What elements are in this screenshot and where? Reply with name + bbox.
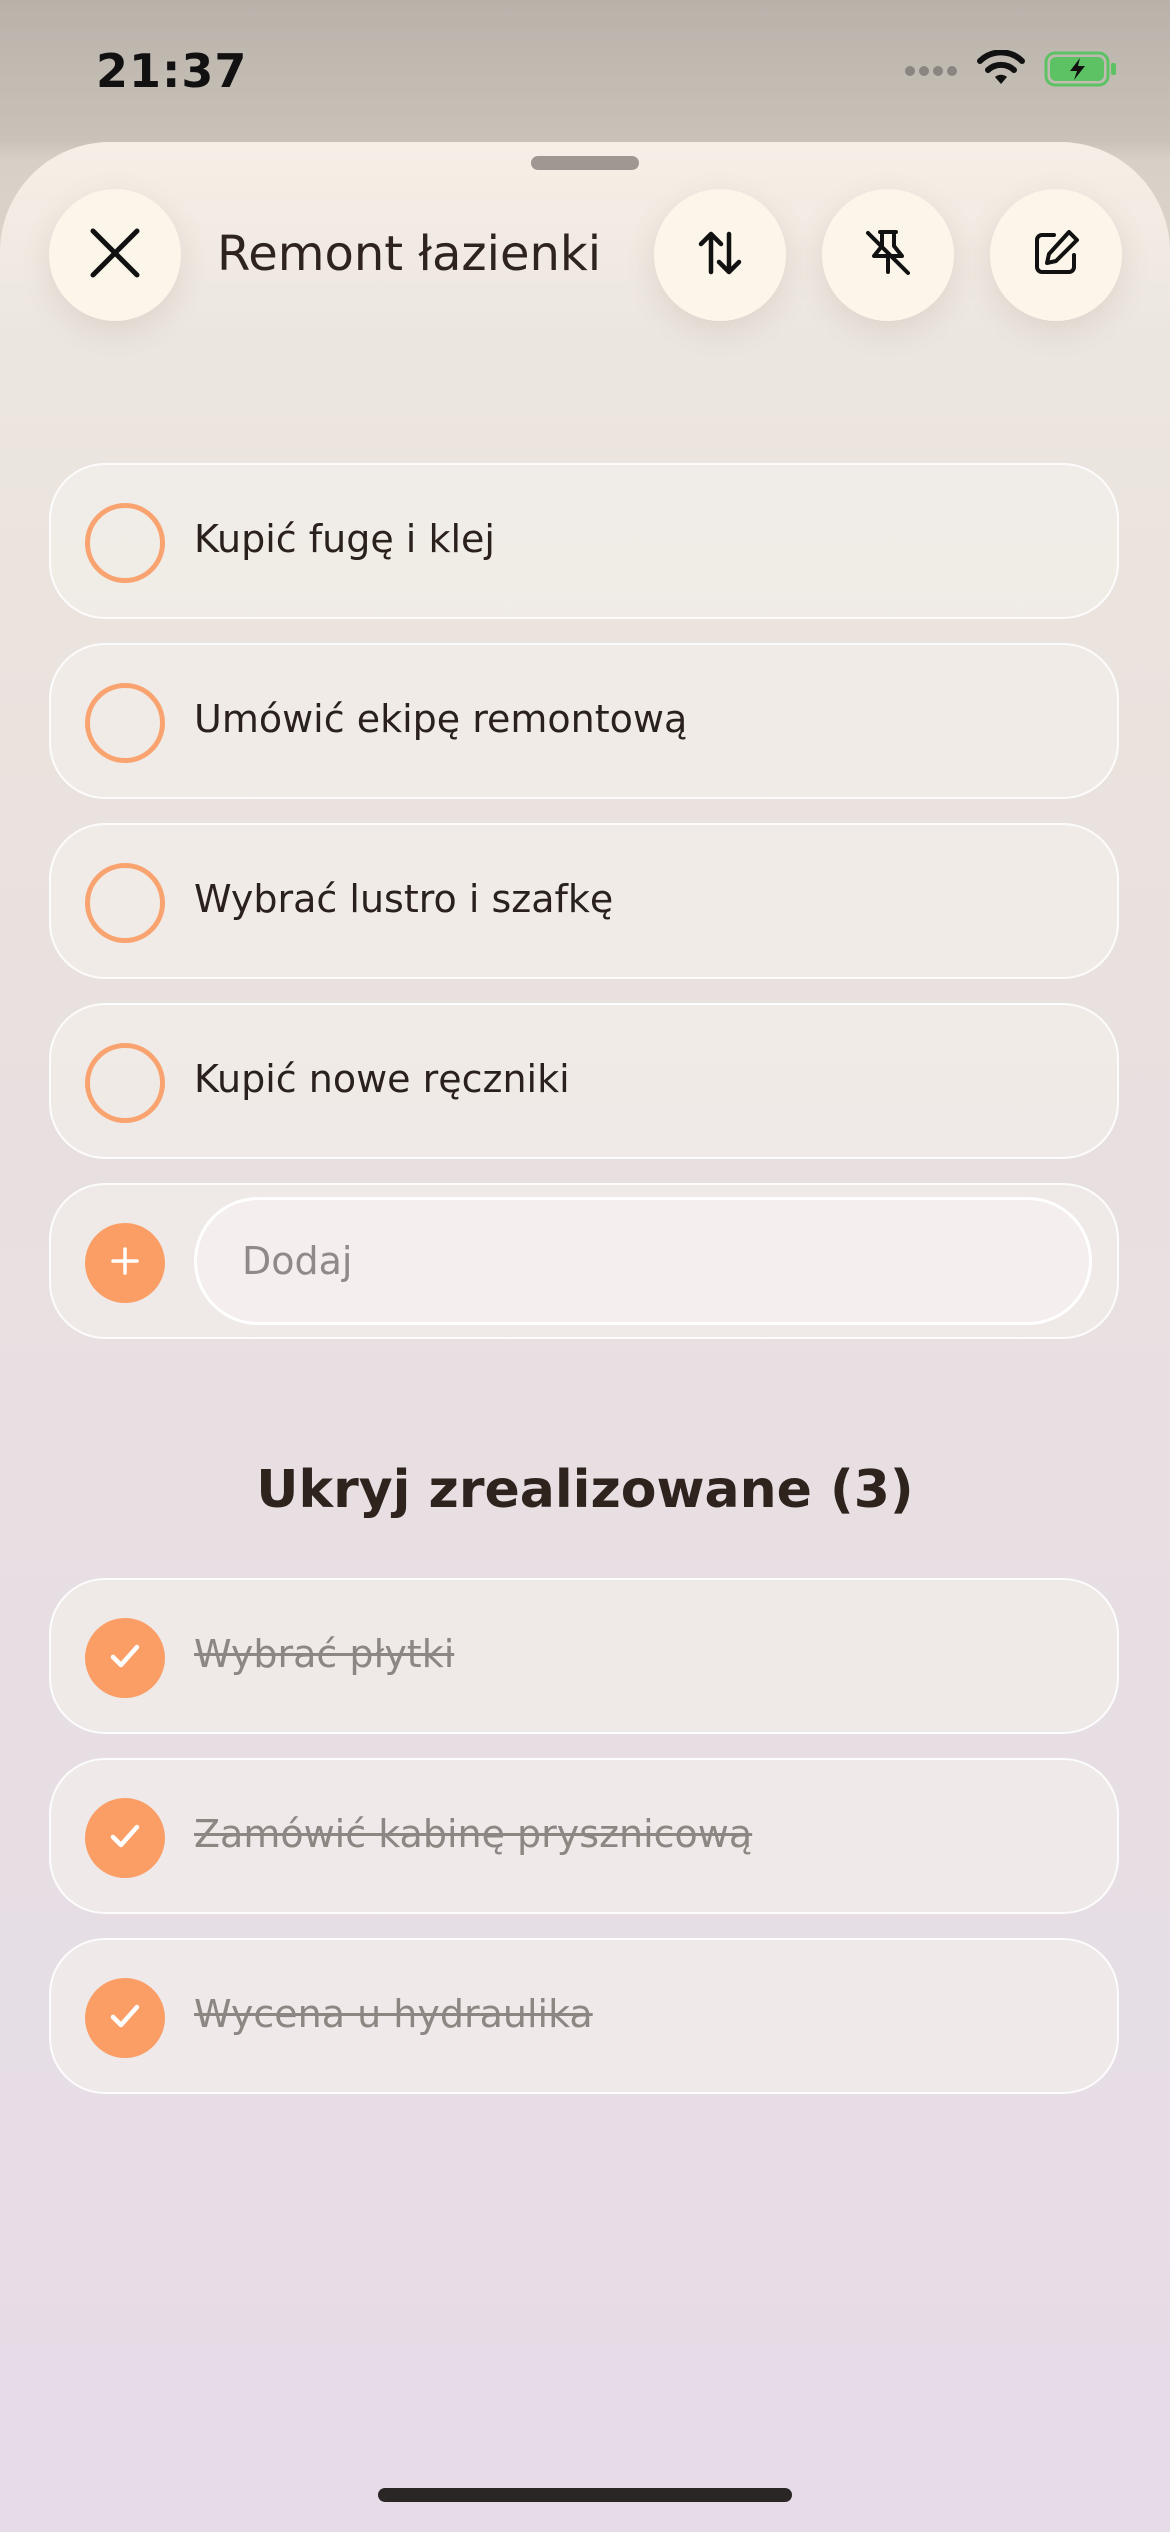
task-checkbox[interactable] — [85, 863, 165, 943]
task-label: Wybrać lustro i szafkę — [194, 877, 614, 921]
completed-task-row[interactable]: Wybrać płytki — [49, 1578, 1119, 1734]
signal-dots-icon — [904, 62, 958, 81]
status-time: 21:37 — [96, 44, 248, 98]
wifi-icon — [976, 49, 1026, 92]
add-task-input[interactable] — [194, 1197, 1092, 1325]
completed-task-row[interactable]: Wycena u hydraulika — [49, 1938, 1119, 2094]
status-icons — [904, 49, 1118, 92]
pin-off-icon — [861, 226, 915, 284]
sheet-grabber[interactable] — [531, 156, 639, 170]
task-checkbox-checked[interactable] — [85, 1798, 165, 1878]
close-button[interactable] — [49, 189, 181, 321]
status-bar: 21:37 — [0, 0, 1170, 140]
add-task-button[interactable] — [85, 1223, 165, 1303]
task-label: Umówić ekipę remontową — [194, 697, 688, 741]
unpin-button[interactable] — [822, 189, 954, 321]
task-label: Wybrać płytki — [194, 1632, 455, 1676]
task-label: Kupić fugę i klej — [194, 517, 495, 561]
battery-charging-icon — [1044, 51, 1118, 91]
task-checkbox[interactable] — [85, 683, 165, 763]
sort-arrows-icon — [695, 228, 745, 282]
check-icon — [105, 1996, 145, 2040]
check-icon — [105, 1636, 145, 1680]
edit-button[interactable] — [990, 189, 1122, 321]
sort-button[interactable] — [654, 189, 786, 321]
home-indicator[interactable] — [378, 2488, 792, 2502]
task-checkbox-checked[interactable] — [85, 1978, 165, 2058]
list-title: Remont łazienki — [217, 226, 602, 282]
task-row[interactable]: Wybrać lustro i szafkę — [49, 823, 1119, 979]
plus-icon — [108, 1244, 142, 1282]
check-icon — [105, 1816, 145, 1860]
add-task-row — [49, 1183, 1119, 1339]
task-row[interactable]: Kupić fugę i klej — [49, 463, 1119, 619]
task-checkbox-checked[interactable] — [85, 1618, 165, 1698]
task-checkbox[interactable] — [85, 503, 165, 583]
task-row[interactable]: Kupić nowe ręczniki — [49, 1003, 1119, 1159]
list-sheet: Remont łazienki Kupić fugę i klej Umówić… — [0, 142, 1170, 2532]
edit-icon — [1030, 227, 1082, 283]
completed-task-row[interactable]: Zamówić kabinę prysznicową — [49, 1758, 1119, 1914]
task-label: Kupić nowe ręczniki — [194, 1057, 570, 1101]
task-checkbox[interactable] — [85, 1043, 165, 1123]
task-label: Wycena u hydraulika — [194, 1992, 593, 2036]
task-row[interactable]: Umówić ekipę remontową — [49, 643, 1119, 799]
task-label: Zamówić kabinę prysznicową — [194, 1812, 753, 1856]
close-icon — [87, 225, 143, 285]
hide-completed-toggle[interactable]: Ukryj zrealizowane (3) — [0, 1460, 1170, 1520]
